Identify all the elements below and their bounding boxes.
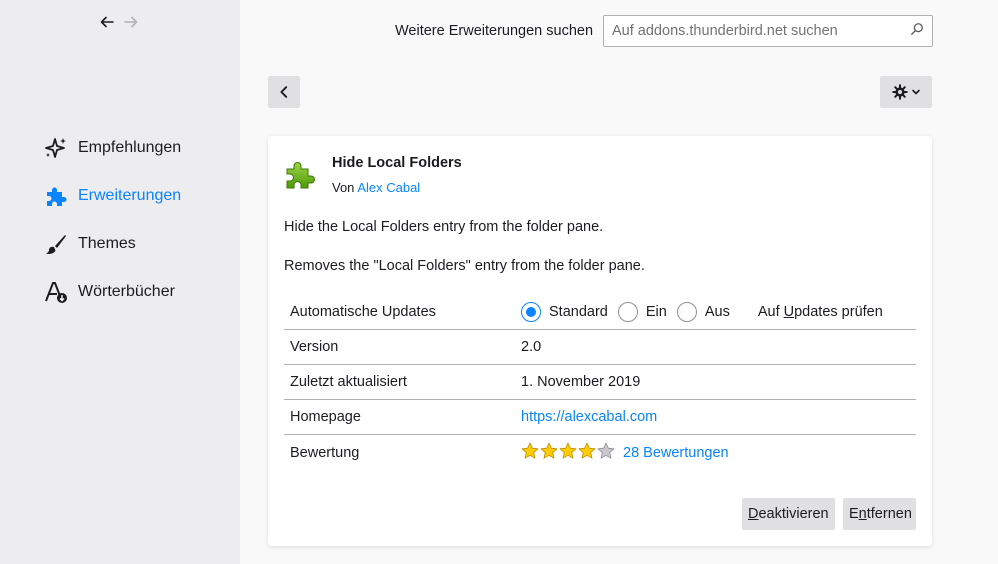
disable-button[interactable]: Deaktivieren [742, 498, 835, 530]
search-input[interactable] [612, 23, 911, 39]
category-label: Erweiterungen [78, 187, 182, 204]
back-button[interactable] [268, 76, 300, 108]
category-label: Wörterbücher [78, 283, 175, 300]
details-row-updated: Zuletzt aktualisiert 1. November 2019 [284, 365, 916, 400]
star-filled-icon [521, 442, 539, 464]
addon-author: Von Alex Cabal [332, 180, 420, 195]
category-list: Empfehlungen Erweiterungen Themes Wörter… [43, 124, 181, 316]
back-arrow-icon[interactable] [98, 12, 116, 32]
updated-label: Zuletzt aktualisiert [290, 374, 407, 390]
updated-value: 1. November 2019 [521, 374, 641, 390]
main-content: Weitere Erweiterungen suchen Auf addons.… [240, 0, 998, 564]
brush-icon [43, 231, 69, 257]
category-extensions[interactable]: Erweiterungen [43, 172, 181, 220]
search-box[interactable] [603, 15, 934, 47]
search-row: Weitere Erweiterungen suchen [395, 15, 934, 47]
forward-arrow-icon[interactable] [122, 12, 140, 32]
star-rating [521, 442, 615, 464]
radio-circle[interactable] [676, 301, 697, 322]
sparkle-icon [43, 135, 69, 161]
category-label: Themes [78, 235, 136, 252]
category-dictionaries[interactable]: Wörterbücher [43, 268, 181, 316]
sidebar: Empfehlungen Erweiterungen Themes Wörter… [0, 0, 240, 564]
addon-details: Automatische Updates Standard Ein Aus Au [284, 294, 916, 470]
history-nav [98, 12, 140, 32]
addon-name: Hide Local Folders [332, 155, 462, 171]
details-row-homepage: Homepage https://alexcabal.com [284, 400, 916, 435]
addon-description: Hide the Local Folders entry from the fo… [284, 219, 604, 235]
dictionary-icon [43, 279, 69, 305]
star-filled-icon [578, 442, 596, 464]
homepage-label: Homepage [290, 409, 361, 425]
search-label: Weitere Erweiterungen suchen [395, 23, 594, 39]
updates-label: Automatische Updates [290, 303, 436, 320]
homepage-link[interactable]: https://alexcabal.com [521, 409, 657, 425]
rating-label: Bewertung [290, 444, 360, 461]
gear-icon [892, 84, 907, 100]
details-row-rating: Bewertung 28 Bewertungen [284, 435, 916, 470]
addon-card: Hide Local Folders Von Alex Cabal Hide t… [268, 136, 932, 546]
version-label: Version [290, 339, 339, 355]
radio-standard[interactable]: Standard [521, 301, 608, 322]
details-row-updates: Automatische Updates Standard Ein Aus Au [284, 294, 916, 330]
chevron-down-icon [911, 89, 920, 95]
rating-value: 28 Bewertungen [521, 442, 729, 464]
tools-menu-button[interactable] [880, 76, 932, 108]
radio-circle[interactable] [521, 301, 541, 322]
remove-button[interactable]: En tfernen [843, 498, 916, 530]
radio-circle[interactable] [617, 301, 638, 322]
radio-label: Standard [549, 303, 608, 320]
addon-full-description: Removes the "Local Folders" entry from t… [284, 258, 645, 274]
radio-label: Aus [704, 303, 730, 320]
radio-label: Ein [645, 303, 667, 320]
category-label: Empfehlungen [78, 139, 182, 156]
puzzle-icon [43, 183, 69, 209]
category-recommendations[interactable]: Empfehlungen [43, 124, 181, 172]
star-filled-icon [540, 442, 558, 464]
details-row-version: Version 2.0 [284, 330, 916, 365]
author-link[interactable]: Alex Cabal [357, 180, 420, 195]
search-icon[interactable] [910, 22, 924, 40]
version-value: 2.0 [521, 339, 542, 355]
star-filled-icon [559, 442, 577, 464]
radio-off[interactable]: Aus [676, 301, 730, 322]
reviews-link[interactable]: 28 Bewertungen [623, 445, 729, 461]
check-updates-link[interactable]: Auf Updates prüfen [758, 304, 883, 320]
star-empty-icon [597, 442, 615, 464]
puzzle-icon [286, 162, 315, 189]
updates-radio-group: Standard Ein Aus Auf Updates prüfen [521, 301, 883, 322]
category-themes[interactable]: Themes [43, 220, 181, 268]
chevron-left-icon [280, 86, 288, 98]
author-prefix: Von [332, 180, 355, 195]
radio-on[interactable]: Ein [617, 301, 667, 322]
